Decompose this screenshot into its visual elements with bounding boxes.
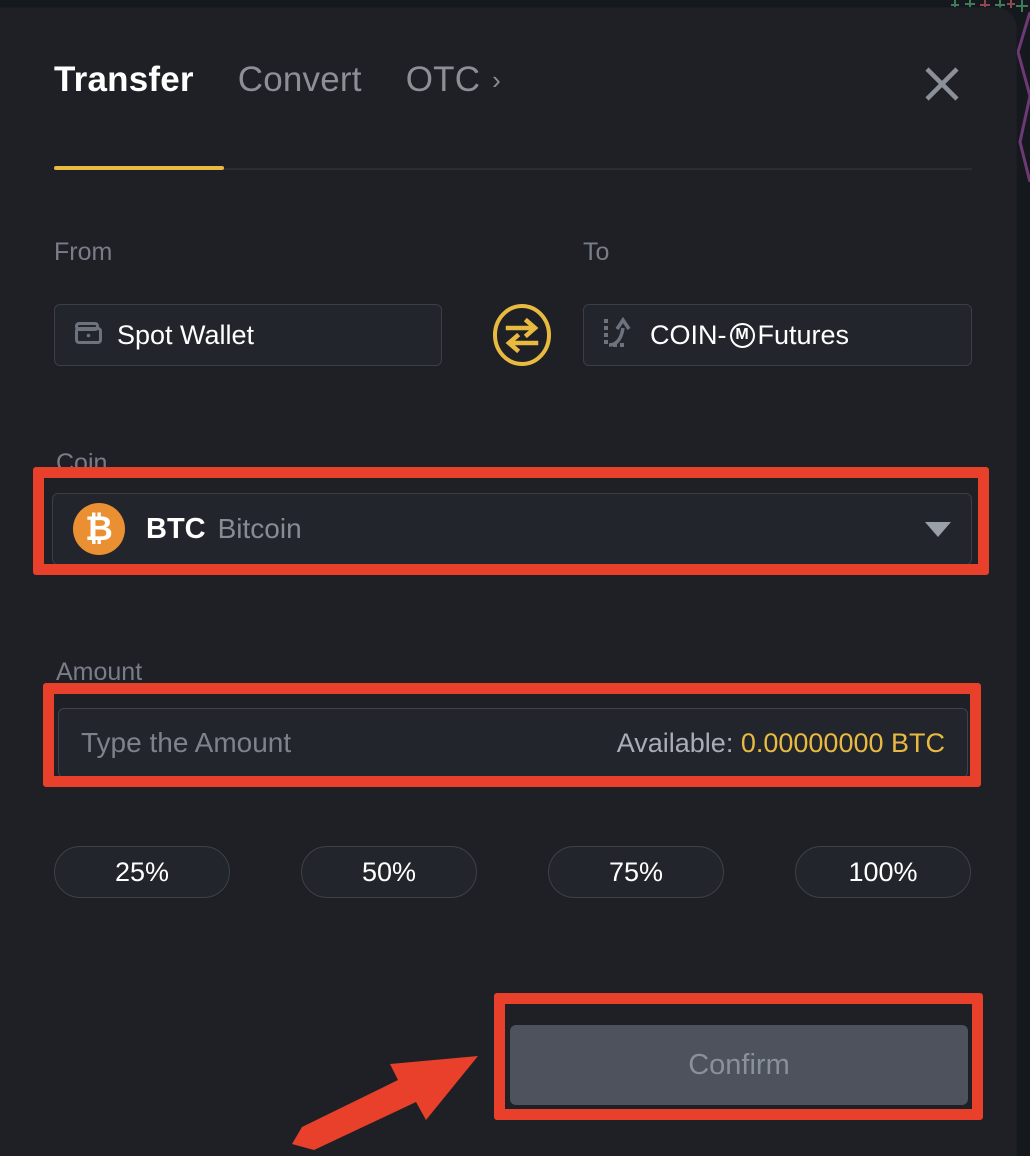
amount-input[interactable]	[81, 727, 501, 759]
tab-otc[interactable]: OTC ›	[406, 60, 501, 100]
close-icon[interactable]	[920, 62, 964, 106]
to-wallet-selector[interactable]: COIN- M Futures	[583, 304, 972, 366]
percent-button-75[interactable]: 75%	[548, 846, 724, 898]
wallet-icon	[73, 320, 103, 351]
amount-label: Amount	[56, 658, 143, 686]
coin-selector[interactable]: ₿ BTC Bitcoin	[52, 493, 972, 565]
to-wallet-suffix: Futures	[757, 319, 850, 350]
available-value: 0.00000000 BTC	[740, 727, 945, 758]
percent-preset-row: 25% 50% 75% 100%	[54, 846, 972, 898]
available-balance: Available: 0.00000000 BTC	[617, 728, 945, 759]
chevron-down-icon[interactable]	[925, 521, 951, 537]
confirm-button[interactable]: Confirm	[510, 1025, 968, 1105]
chevron-right-icon: ›	[492, 65, 502, 95]
swap-direction-button[interactable]	[486, 299, 558, 371]
tab-otc-label: OTC	[405, 60, 481, 99]
from-wallet-selector[interactable]: Spot Wallet	[54, 304, 442, 366]
tab-transfer[interactable]: Transfer	[54, 60, 194, 100]
screenshot-root: Transfer Convert OTC › From To Spot Wall…	[0, 0, 1030, 1156]
tab-convert[interactable]: Convert	[238, 60, 362, 100]
coin-margined-badge: M	[729, 322, 755, 348]
to-wallet-value: COIN- M Futures	[650, 320, 849, 351]
bitcoin-icon: ₿	[73, 503, 125, 555]
swap-arrows-icon	[493, 304, 551, 366]
futures-growth-icon	[602, 316, 636, 355]
amount-field[interactable]: Available: 0.00000000 BTC	[58, 708, 968, 778]
modal-tabbar: Transfer Convert OTC ›	[54, 60, 501, 100]
available-label: Available:	[616, 727, 734, 758]
percent-button-100[interactable]: 100%	[795, 846, 971, 898]
to-label: To	[583, 238, 610, 266]
percent-button-25[interactable]: 25%	[54, 846, 230, 898]
from-label: From	[54, 238, 113, 266]
tab-active-indicator	[54, 166, 224, 170]
percent-button-50[interactable]: 50%	[301, 846, 477, 898]
coin-name: Bitcoin	[217, 513, 302, 544]
transfer-modal: Transfer Convert OTC › From To Spot Wall…	[0, 8, 1016, 1156]
to-wallet-prefix: COIN-	[650, 319, 727, 350]
coin-label: Coin	[56, 449, 108, 477]
from-wallet-value: Spot Wallet	[117, 319, 255, 350]
coin-symbol: BTC	[146, 512, 206, 545]
